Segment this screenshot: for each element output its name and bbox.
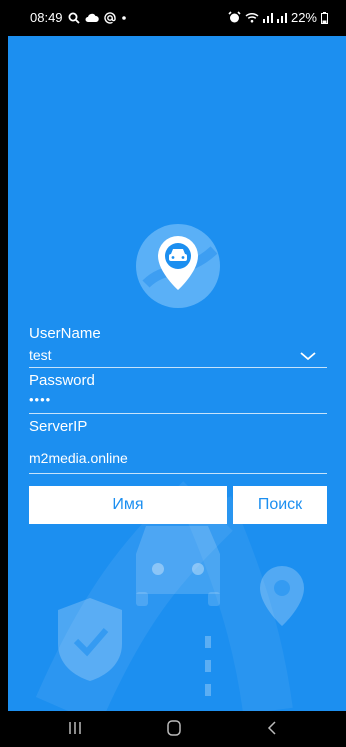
home-icon[interactable] xyxy=(166,719,182,737)
alarm-icon xyxy=(228,11,241,23)
back-icon[interactable] xyxy=(266,719,278,737)
battery-icon xyxy=(321,11,328,24)
car-illustration xyxy=(136,526,220,606)
status-time: 08:49 xyxy=(30,10,63,25)
car-location-logo-icon xyxy=(136,224,220,308)
search-icon xyxy=(68,12,80,24)
password-label: Password xyxy=(29,372,95,389)
username-underline xyxy=(29,367,327,368)
navigation-bar xyxy=(0,711,346,747)
signal-icon xyxy=(262,13,273,23)
server-ip-field[interactable]: m2media.online xyxy=(29,450,128,466)
name-button[interactable]: Имя xyxy=(29,486,227,524)
at-icon xyxy=(103,11,116,24)
status-left: 08:49 xyxy=(30,10,127,25)
username-field[interactable]: test xyxy=(29,347,52,363)
app-screen: 08:49 22% UserName test Password •••• Se… xyxy=(0,0,346,747)
dot-icon xyxy=(121,15,126,20)
status-bar: 08:49 22% xyxy=(0,0,346,36)
status-right: 22% xyxy=(228,10,328,25)
signal-icon xyxy=(276,13,287,23)
server-ip-underline xyxy=(29,473,327,474)
search-button[interactable]: Поиск xyxy=(233,486,327,524)
login-screen: UserName test Password •••• ServerIP m2m… xyxy=(8,36,346,711)
wifi-icon xyxy=(245,12,259,23)
password-underline xyxy=(29,413,327,414)
password-field[interactable]: •••• xyxy=(29,392,51,407)
username-label: UserName xyxy=(29,325,101,342)
server-ip-label: ServerIP xyxy=(29,418,88,435)
battery-percent: 22% xyxy=(290,10,317,25)
cloud-icon xyxy=(85,13,99,22)
recent-apps-icon[interactable] xyxy=(68,719,82,737)
chevron-down-icon[interactable] xyxy=(299,350,317,362)
